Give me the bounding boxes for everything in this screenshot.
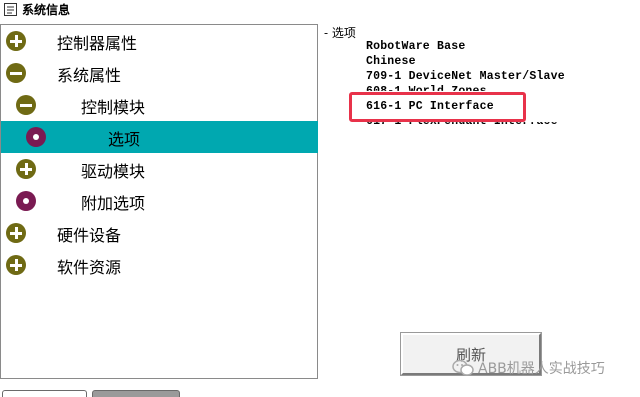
highlight-annotation-box bbox=[349, 92, 526, 122]
tree-item-drive-module[interactable]: 驱动模块 bbox=[1, 153, 318, 185]
leaf-dot-icon bbox=[26, 127, 46, 147]
tree-item-controller-properties[interactable]: 控制器属性 bbox=[1, 25, 318, 57]
expand-plus-icon[interactable] bbox=[6, 31, 26, 51]
collapse-minus-icon[interactable] bbox=[6, 63, 26, 83]
system-info-icon bbox=[3, 2, 18, 17]
tree-item-control-module[interactable]: 控制模块 bbox=[1, 89, 318, 121]
option-item: RobotWare Base bbox=[366, 40, 466, 53]
tree-item-label: 控制器属性 bbox=[57, 34, 138, 53]
tree-item-software-resources[interactable]: 软件资源 bbox=[1, 249, 318, 281]
option-item: Chinese bbox=[366, 55, 416, 68]
option-item: 709-1 DeviceNet Master/Slave bbox=[366, 70, 565, 83]
tree-item-label: 选项 bbox=[108, 130, 141, 149]
tree-item-label: 附加选项 bbox=[81, 194, 146, 213]
wechat-logo-icon bbox=[452, 359, 474, 377]
tree-panel[interactable]: 控制器属性 系统属性 控制模块 选项 驱动模块 附加选项 硬件设备 软件资源 bbox=[0, 24, 318, 379]
expand-plus-icon[interactable] bbox=[16, 159, 36, 179]
options-section-header: - 选项 bbox=[324, 26, 356, 40]
expand-plus-icon[interactable] bbox=[6, 223, 26, 243]
bottom-tab-left[interactable] bbox=[2, 390, 87, 397]
tree-item-options[interactable]: 选项 bbox=[1, 121, 318, 153]
window-title: 系统信息 bbox=[22, 3, 71, 17]
options-detail-panel: - 选项 RobotWare Base Chinese 709-1 Device… bbox=[322, 24, 640, 374]
leaf-dot-icon bbox=[16, 191, 36, 211]
watermark: ABB机器人实战技巧 bbox=[452, 358, 605, 378]
expand-plus-icon[interactable] bbox=[6, 255, 26, 275]
title-bar: 系统信息 bbox=[0, 0, 640, 19]
tree-item-label: 软件资源 bbox=[57, 258, 122, 277]
tree-item-label: 控制模块 bbox=[81, 98, 146, 117]
tree-item-label: 系统属性 bbox=[57, 66, 122, 85]
collapse-minus-icon[interactable] bbox=[16, 95, 36, 115]
tree-item-label: 驱动模块 bbox=[81, 162, 146, 181]
tree-item-system-properties[interactable]: 系统属性 bbox=[1, 57, 318, 89]
bottom-tab-right[interactable] bbox=[92, 390, 180, 397]
watermark-text: ABB机器人实战技巧 bbox=[478, 361, 605, 377]
tree-item-hardware-devices[interactable]: 硬件设备 bbox=[1, 217, 318, 249]
tree-item-label: 硬件设备 bbox=[57, 226, 122, 245]
tree-item-additional-options[interactable]: 附加选项 bbox=[1, 185, 318, 217]
